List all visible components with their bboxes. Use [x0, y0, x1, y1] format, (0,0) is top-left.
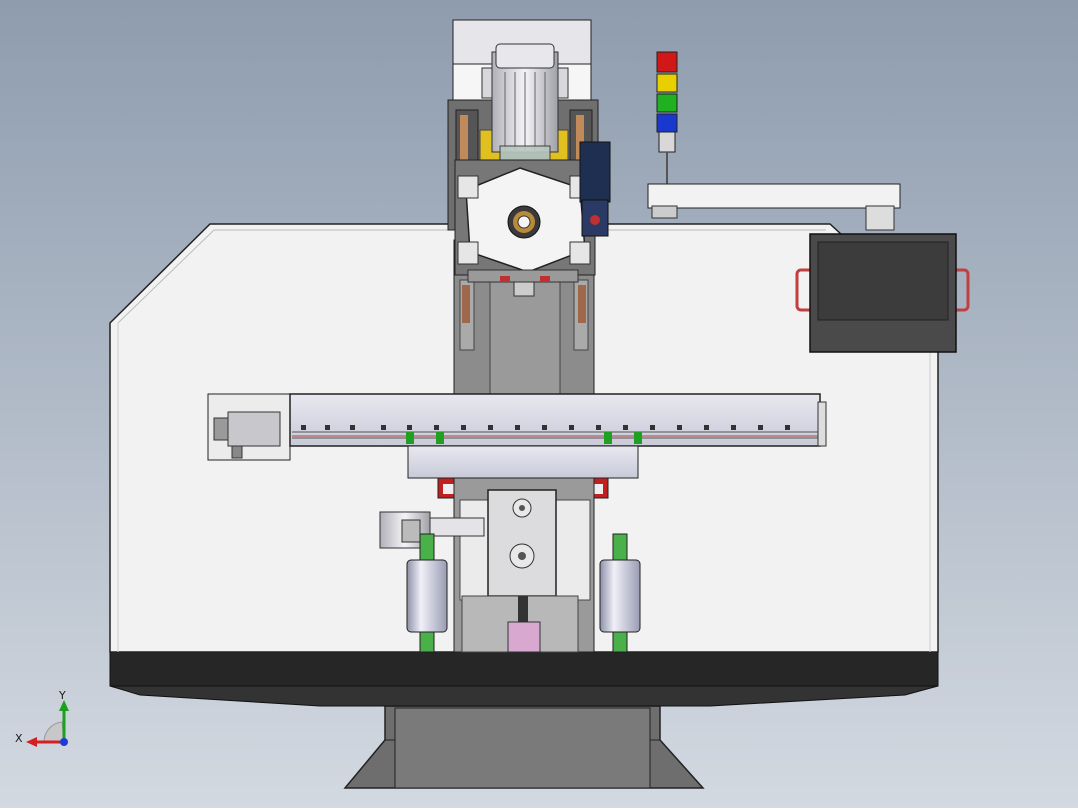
coordinate-triad[interactable]	[14, 684, 84, 754]
machine-base-skirt	[109, 651, 939, 707]
control-panel-monitor	[795, 233, 970, 353]
x-axis-servo	[207, 393, 291, 461]
tool-turret	[454, 159, 596, 297]
spindle-motor	[481, 43, 569, 171]
machine-drawing	[0, 0, 1078, 808]
z-axis-dot	[60, 738, 68, 746]
head-servo-motor	[579, 141, 611, 237]
triad-x-label: X	[15, 732, 23, 745]
triad-y-label: Y	[59, 689, 66, 702]
machine-base-pedestal	[343, 705, 705, 789]
knee-assembly	[453, 477, 595, 653]
cad-viewport[interactable]: X Y	[0, 0, 1078, 808]
x-table	[289, 393, 827, 447]
